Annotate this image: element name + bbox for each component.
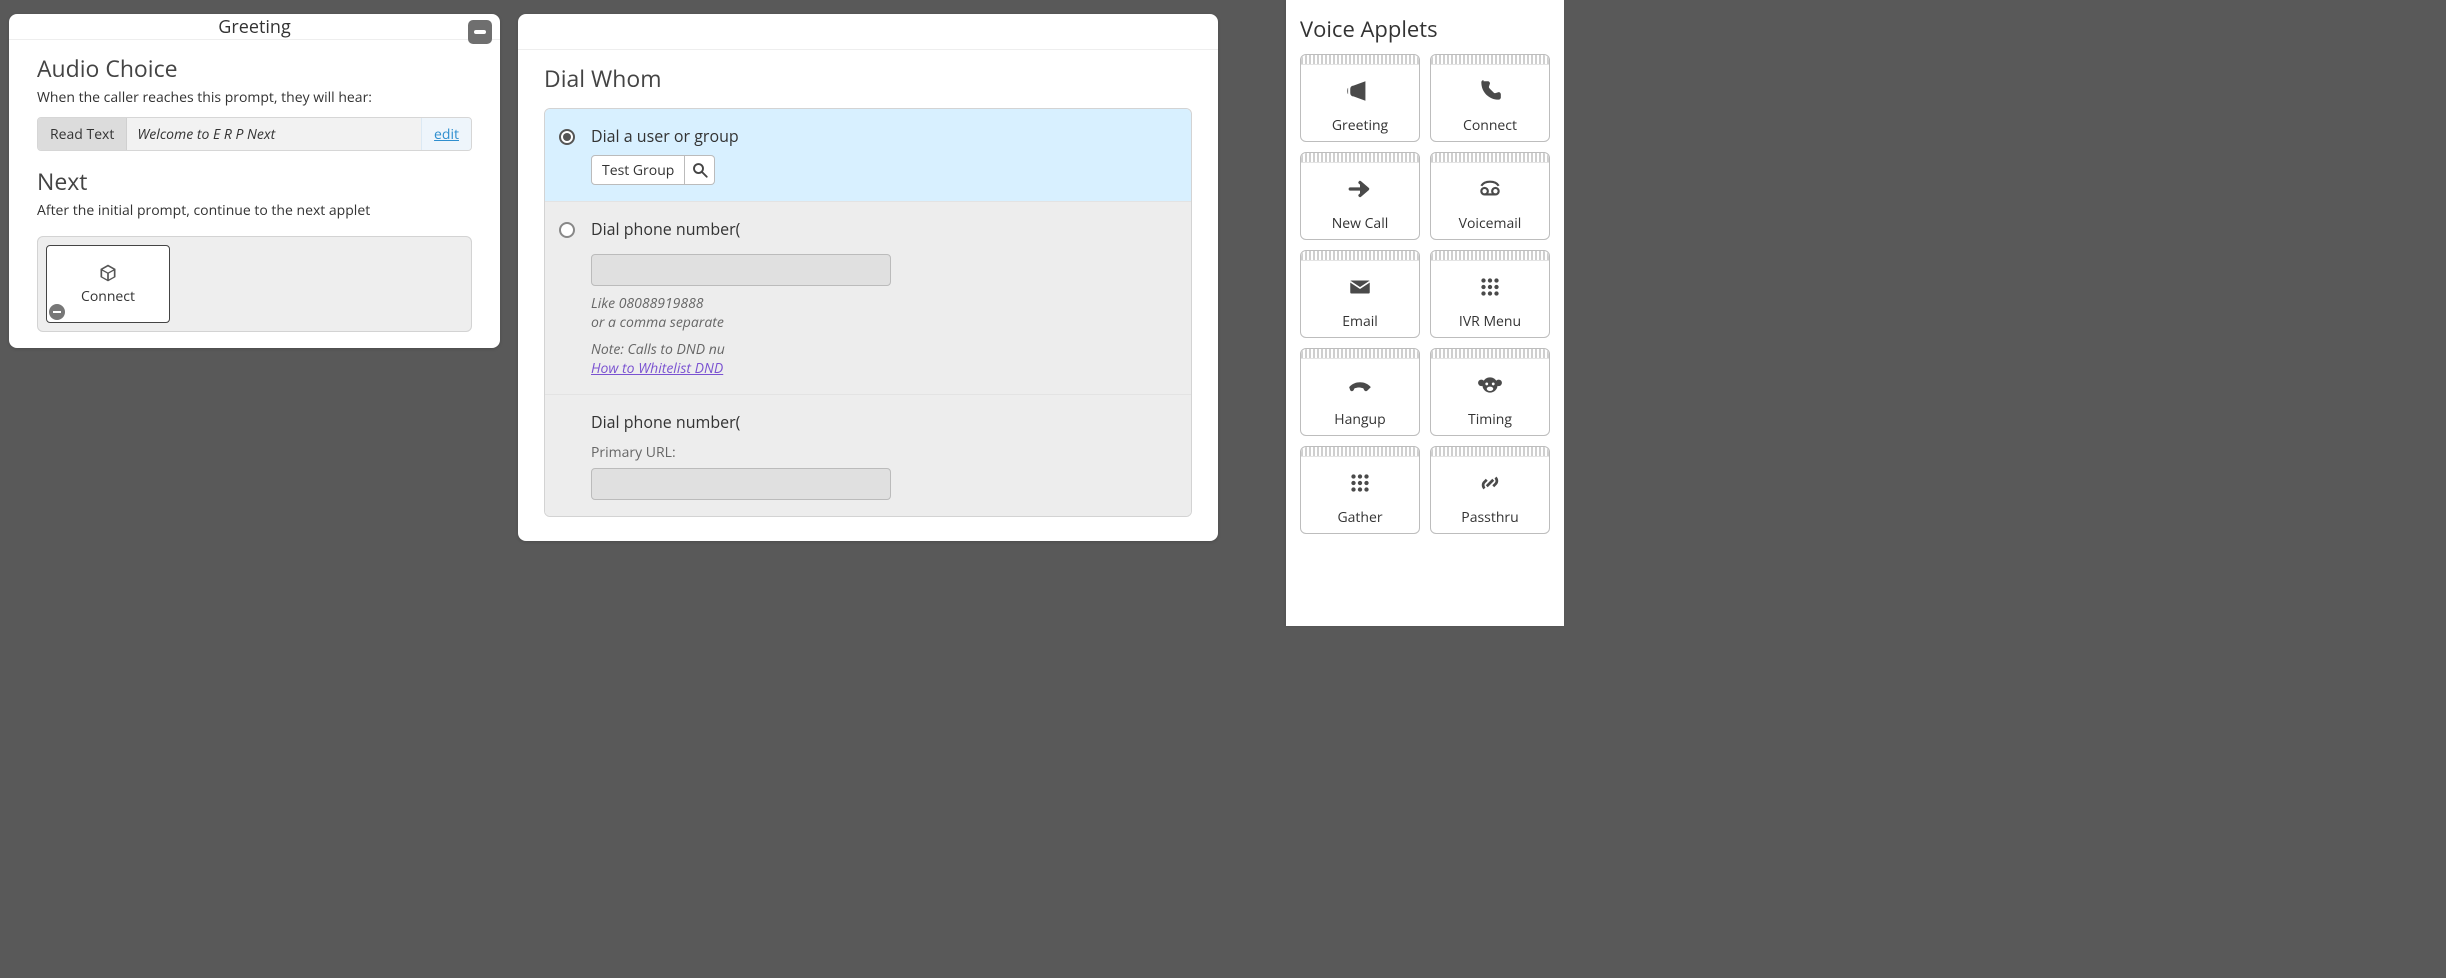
grip-icon bbox=[1431, 153, 1549, 163]
example-hint: Like 08088919888 or a comma separate bbox=[591, 294, 1177, 332]
read-text-box: Read Text Welcome to E R P Next edit bbox=[37, 117, 472, 151]
edit-link[interactable]: edit bbox=[421, 118, 471, 150]
applet-tile-label: Greeting bbox=[1301, 116, 1419, 141]
dial-option-phone-number[interactable]: Dial phone number( Like 08088919888 or a… bbox=[545, 201, 1191, 394]
applet-tile-label: Passthru bbox=[1431, 508, 1549, 533]
dial-option-phone-url[interactable]: Dial phone number( Primary URL: bbox=[545, 394, 1191, 516]
dial-panel: Dial Whom Dial a user or group Test Grou… bbox=[518, 14, 1218, 541]
audio-choice-heading: Audio Choice bbox=[37, 52, 472, 84]
search-icon bbox=[691, 161, 709, 179]
applet-tile-ivrmenu[interactable]: IVR Menu bbox=[1430, 250, 1550, 338]
keypad-icon bbox=[1431, 261, 1549, 312]
greeting-panel: Greeting Audio Choice When the caller re… bbox=[9, 14, 500, 348]
dial-body: Dial Whom Dial a user or group Test Grou… bbox=[518, 50, 1218, 541]
voice-applets-palette: Voice Applets Greeting Connect New Call Voi… bbox=[1286, 0, 1564, 626]
primary-url-input[interactable] bbox=[591, 468, 891, 500]
applet-tile-passthru[interactable]: Passthru bbox=[1430, 446, 1550, 534]
minus-icon bbox=[53, 311, 61, 313]
applet-tile-email[interactable]: Email bbox=[1300, 250, 1420, 338]
greeting-title: Greeting bbox=[218, 15, 290, 39]
applet-tile-label: IVR Menu bbox=[1431, 312, 1549, 337]
arrow-right-icon bbox=[1301, 163, 1419, 214]
radio-unselected[interactable] bbox=[559, 222, 575, 238]
dial-option-list: Dial a user or group Test Group bbox=[544, 108, 1192, 517]
primary-url-label: Primary URL: bbox=[591, 443, 1177, 462]
applet-tile-timing[interactable]: Timing bbox=[1430, 348, 1550, 436]
user-group-value[interactable]: Test Group bbox=[591, 155, 685, 185]
link-icon bbox=[1431, 457, 1549, 508]
dial-option-content: Dial phone number( Like 08088919888 or a… bbox=[591, 218, 1177, 378]
applet-tile-label: Hangup bbox=[1301, 410, 1419, 435]
applet-tile-label: New Call bbox=[1301, 214, 1419, 239]
read-text-tag: Read Text bbox=[38, 118, 127, 150]
applet-tile-newcall[interactable]: New Call bbox=[1300, 152, 1420, 240]
stage: Greeting Audio Choice When the caller re… bbox=[0, 0, 1564, 626]
dial-option-user-group[interactable]: Dial a user or group Test Group bbox=[545, 109, 1191, 201]
applet-tile-gather[interactable]: Gather bbox=[1300, 446, 1420, 534]
applet-tile-label: Gather bbox=[1301, 508, 1419, 533]
applet-tile-voicemail[interactable]: Voicemail bbox=[1430, 152, 1550, 240]
applet-tile-label: Connect bbox=[1431, 116, 1549, 141]
grip-icon bbox=[1431, 349, 1549, 359]
envelope-icon bbox=[1301, 261, 1419, 312]
phone-number-input[interactable] bbox=[591, 254, 891, 286]
hangup-icon bbox=[1301, 359, 1419, 410]
whitelist-dnd-link[interactable]: How to Whitelist DND bbox=[591, 359, 723, 378]
grip-icon bbox=[1301, 251, 1419, 261]
next-hint: After the initial prompt, continue to th… bbox=[37, 201, 472, 220]
dial-option-label: Dial phone number( bbox=[591, 218, 1177, 240]
dial-option-content: Dial phone number( Primary URL: bbox=[591, 411, 1177, 500]
collapse-button[interactable] bbox=[468, 20, 492, 44]
minus-icon bbox=[474, 30, 486, 34]
dnd-note: Note: Calls to DND nu How to Whitelist D… bbox=[591, 340, 1177, 378]
next-applet-chip[interactable]: Connect bbox=[46, 245, 170, 323]
grip-icon bbox=[1431, 251, 1549, 261]
next-applet-label: Connect bbox=[81, 287, 135, 306]
remove-applet-button[interactable] bbox=[49, 304, 65, 320]
applet-tile-greeting[interactable]: Greeting bbox=[1300, 54, 1420, 142]
greeting-titlebar: Greeting bbox=[9, 14, 500, 40]
grip-icon bbox=[1431, 55, 1549, 65]
keypad-icon bbox=[1301, 457, 1419, 508]
applets-grid: Greeting Connect New Call Voicemail Email IVR… bbox=[1300, 54, 1550, 534]
grip-icon bbox=[1301, 153, 1419, 163]
user-group-search-button[interactable] bbox=[685, 155, 715, 185]
dial-titlebar bbox=[518, 14, 1218, 50]
dial-option-label: Dial phone number( bbox=[591, 411, 1177, 433]
read-text-value: Welcome to E R P Next bbox=[127, 118, 421, 150]
palette-title: Voice Applets bbox=[1300, 14, 1550, 44]
tape-icon bbox=[1431, 163, 1549, 214]
grip-icon bbox=[1301, 447, 1419, 457]
grip-icon bbox=[1301, 55, 1419, 65]
next-applet-dropzone[interactable]: Connect bbox=[37, 236, 472, 332]
applet-tile-label: Email bbox=[1301, 312, 1419, 337]
applet-tile-hangup[interactable]: Hangup bbox=[1300, 348, 1420, 436]
dial-heading: Dial Whom bbox=[544, 62, 1192, 94]
applet-tile-label: Voicemail bbox=[1431, 214, 1549, 239]
box-icon bbox=[96, 263, 120, 283]
audio-choice-hint: When the caller reaches this prompt, the… bbox=[37, 88, 472, 107]
greeting-body: Audio Choice When the caller reaches thi… bbox=[9, 40, 500, 348]
next-heading: Next bbox=[37, 165, 472, 197]
monkey-icon bbox=[1431, 359, 1549, 410]
megaphone-icon bbox=[1301, 65, 1419, 116]
applet-tile-label: Timing bbox=[1431, 410, 1549, 435]
phone-icon bbox=[1431, 65, 1549, 116]
grip-icon bbox=[1301, 349, 1419, 359]
applet-tile-connect[interactable]: Connect bbox=[1430, 54, 1550, 142]
dial-option-label: Dial a user or group bbox=[591, 125, 1177, 147]
dial-option-content: Dial a user or group Test Group bbox=[591, 125, 1177, 185]
grip-icon bbox=[1431, 447, 1549, 457]
radio-selected[interactable] bbox=[559, 129, 575, 145]
